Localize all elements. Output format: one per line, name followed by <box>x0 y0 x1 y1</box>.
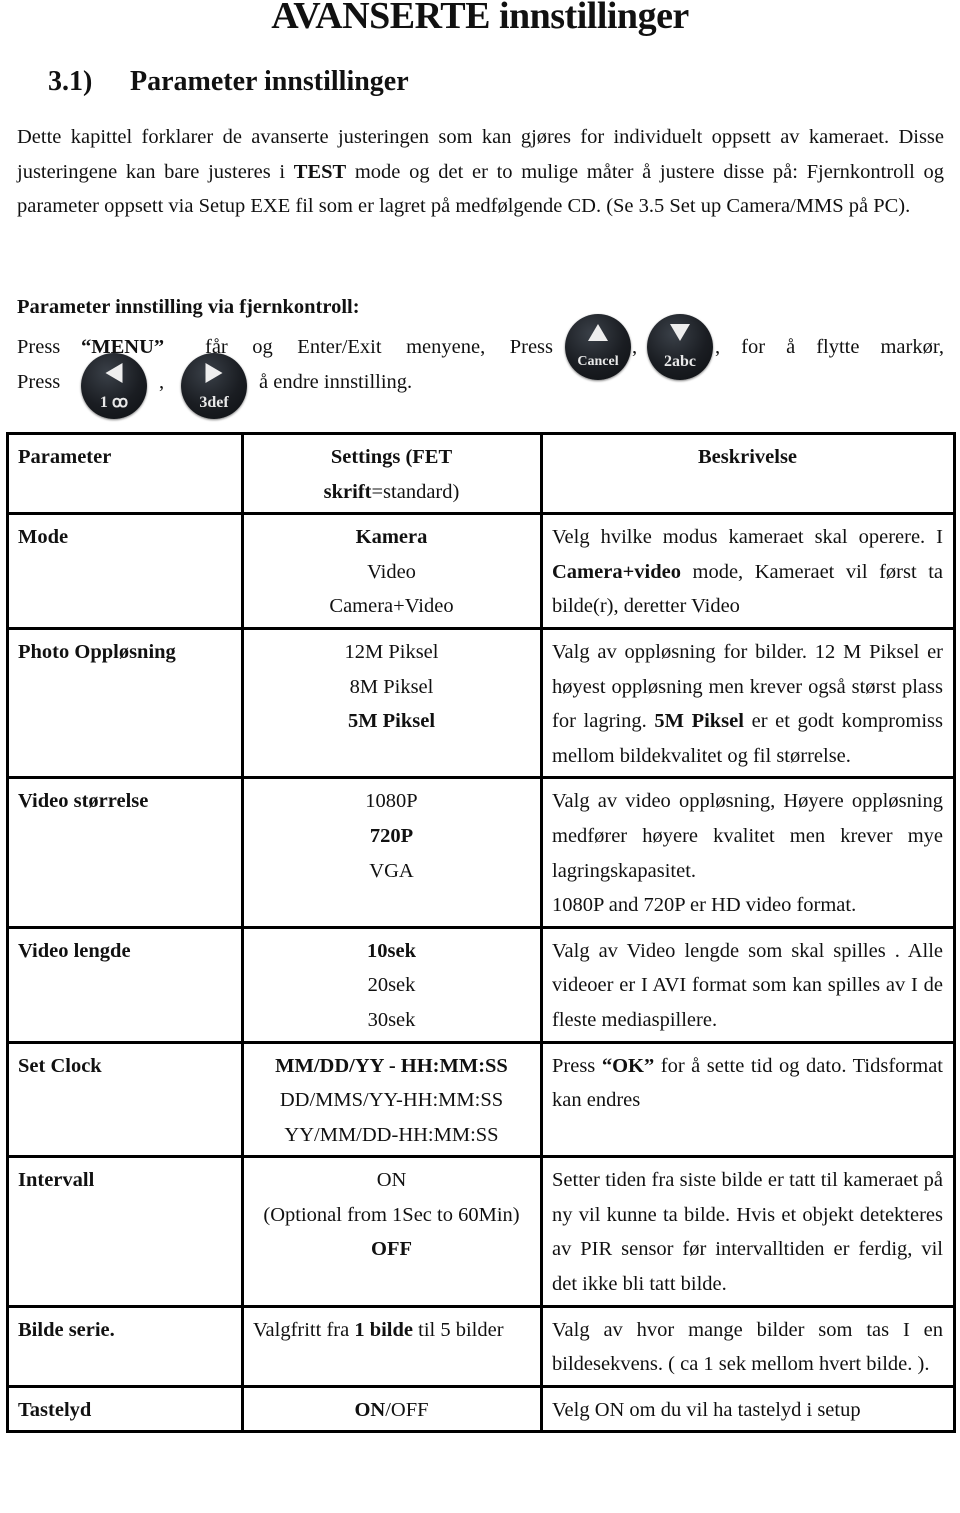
remote-instructions: Press “MENU” får og Enter/Exit menyene, … <box>17 314 944 419</box>
triangle-down-icon <box>670 324 690 341</box>
section-heading: 3.1) Parameter innstillinger <box>48 66 409 98</box>
parameter-description: Press “OK” for å sette tid og dato. Tids… <box>540 1040 956 1159</box>
setting-option: 8M Piksel <box>349 675 434 698</box>
menu-text: får og Enter/Exit menyene, Press <box>205 336 553 358</box>
parameter-settings: ON (Optional from 1Sec to 60Min) OFF <box>241 1155 543 1308</box>
1-label: 1 ꝏ <box>99 394 129 411</box>
press-text: Press <box>17 336 61 358</box>
triangle-up-icon <box>588 324 608 341</box>
intro-test-mode: TEST <box>293 160 347 183</box>
parameter-description: Valg av Video lengde som skal spilles . … <box>540 925 956 1044</box>
setting-option: MM/DD/YY - HH:MM:SS <box>275 1054 508 1077</box>
description-part-b: Camera+video <box>552 560 681 583</box>
setting-option: 20sek <box>367 974 416 997</box>
parameter-name: Video lengde <box>6 925 244 1044</box>
remote-line-2: Press 1 ꝏ , 3def å endre innstilling. <box>17 353 944 419</box>
setting-option: 720P <box>369 824 414 847</box>
3def-right-button: 3def <box>181 353 247 419</box>
table-row: Set Clock MM/DD/YY - HH:MM:SS DD/MMS/YY-HH… <box>6 1040 956 1159</box>
setting-option: 5M Piksel <box>347 710 436 733</box>
setting-option: Video <box>367 560 416 583</box>
press-text-2: Press <box>17 371 61 393</box>
table-row: Bilde serie. Valgfritt fra 1 bilde til 5 … <box>6 1304 956 1388</box>
setting-option: DD/MMS/YY-HH:MM:SS <box>279 1089 504 1112</box>
parameter-name: Set Clock <box>6 1040 244 1159</box>
description-part-a: Velg hvilke modus kameraet skal operere.… <box>552 526 943 549</box>
setting-option: OFF <box>371 1238 412 1261</box>
description-part-a: Valg av Video lengde som skal spilles . … <box>552 939 943 1031</box>
setting-option: Kamera <box>355 526 428 549</box>
parameter-name: Mode <box>6 512 244 630</box>
table-row: Tastelyd ON/OFF Velg ON om du vil ha taste… <box>6 1384 956 1434</box>
parameter-description: Valg av hvor mange bilder som tas I en b… <box>540 1304 956 1388</box>
table-row: Intervall ON (Optional from 1Sec to 60Min)… <box>6 1155 956 1308</box>
table-row: Photo Oppløsning 12M Piksel 8M Piksel 5M Pi… <box>6 626 956 780</box>
parameter-settings: 1080P 720P VGA <box>241 776 543 929</box>
setting-option: (Optional from 1Sec to 60Min) <box>263 1203 520 1226</box>
parameter-settings: Kamera Video Camera+Video <box>241 512 543 630</box>
setting-inline-b: 1 bilde <box>354 1318 413 1341</box>
comma-2: , <box>159 371 165 393</box>
setting-option: 1080P <box>365 790 418 813</box>
parameter-description: Valg av oppløsning for bilder. 12 M Piks… <box>540 626 956 780</box>
parameter-description: Setter tiden fra siste bilde er tatt til… <box>540 1155 956 1308</box>
remote-heading: Parameter innstilling via fjernkontroll: <box>17 296 360 318</box>
header-settings: Settings (FET skrift=standard) <box>241 431 543 516</box>
1-left-button: 1 ꝏ <box>81 353 147 419</box>
setting-option: 10sek <box>367 939 416 962</box>
header-description: Beskrivelse <box>540 431 956 516</box>
header-settings-line1: Settings (FET <box>330 446 453 468</box>
header-settings-bold: skrift <box>323 480 372 503</box>
triangle-right-icon <box>205 363 223 383</box>
change-setting-text: å endre innstilling. <box>259 371 413 393</box>
parameter-settings: 10sek 20sek 30sek <box>241 925 543 1044</box>
table-row: Mode Kamera Video Camera+Video Velg hvilke m… <box>6 512 956 630</box>
parameter-settings: ON/OFF <box>241 1384 543 1434</box>
page-title: AVANSERTE innstillinger <box>271 0 689 37</box>
setting-option: ON <box>376 1169 407 1192</box>
setting-option: YY/MM/DD-HH:MM:SS <box>284 1123 499 1146</box>
parameter-description: Valg av video oppløsning, Høyere oppløsn… <box>540 776 956 929</box>
description-part-a: Press <box>552 1054 602 1077</box>
parameter-settings: Valgfritt fra 1 bilde til 5 bilder <box>241 1304 543 1388</box>
setting-inline-b: ON <box>354 1398 386 1421</box>
comma: , <box>632 336 638 358</box>
section-number: 3.1) <box>48 66 93 97</box>
move-cursor-text: , for å flytte markør, <box>715 336 944 358</box>
setting-inline-a: Valgfritt fra <box>253 1318 355 1341</box>
setting-inline-c: til 5 bilder <box>413 1318 504 1341</box>
description-part-a: Setter tiden fra siste bilde er tatt til… <box>552 1169 943 1296</box>
description-note: 1080P and 720P er HD video format. <box>552 894 857 917</box>
parameter-name: Intervall <box>6 1155 244 1308</box>
description-part-a: Valg av video oppløsning, Høyere oppløsn… <box>552 790 943 882</box>
parameter-description: Velg hvilke modus kameraet skal operere.… <box>540 512 956 630</box>
parameter-name: Photo Oppløsning <box>6 626 244 780</box>
section-title: Parameter innstillinger <box>130 66 409 97</box>
setting-option: VGA <box>369 859 414 882</box>
description-part-a: Valg av hvor mange bilder som tas I en b… <box>552 1318 943 1376</box>
triangle-left-icon <box>105 363 123 383</box>
setting-option: 30sek <box>367 1008 416 1031</box>
parameter-description: Velg ON om du vil ha tastelyd i setup <box>540 1384 956 1434</box>
table-row: Video størrelse 1080P 720P VGA Valg av video… <box>6 776 956 929</box>
description-part-b: 5M Piksel <box>654 710 744 733</box>
parameter-name: Tastelyd <box>6 1384 244 1434</box>
remote-line-1: Press “MENU” får og Enter/Exit menyene, … <box>17 314 944 380</box>
header-settings-rest: =standard) <box>371 480 460 503</box>
parameter-name: Bilde serie. <box>6 1304 244 1388</box>
parameter-settings: MM/DD/YY - HH:MM:SS DD/MMS/YY-HH:MM:SS YY/… <box>241 1040 543 1159</box>
parameter-name: Video størrelse <box>6 776 244 929</box>
parameter-settings: 12M Piksel 8M Piksel 5M Piksel <box>241 626 543 780</box>
setting-inline-c: /OFF <box>385 1398 429 1421</box>
parameter-table: Parameter Settings (FET skrift=standard) … <box>6 431 956 1434</box>
setting-option: 12M Piksel <box>344 640 439 663</box>
description-part-b: “OK” <box>601 1054 655 1077</box>
3def-label: 3def <box>199 394 229 411</box>
table-header-row: Parameter Settings (FET skrift=standard) … <box>6 431 956 516</box>
header-parameter: Parameter <box>6 431 244 516</box>
table-row: Video lengde 10sek 20sek 30sek Valg av Video… <box>6 925 956 1044</box>
intro-paragraph: Dette kapittel forklarer de avanserte ju… <box>17 120 944 224</box>
setting-option: Camera+Video <box>329 595 454 618</box>
description-part-a: Velg ON om du vil ha tastelyd i setup <box>552 1398 861 1421</box>
